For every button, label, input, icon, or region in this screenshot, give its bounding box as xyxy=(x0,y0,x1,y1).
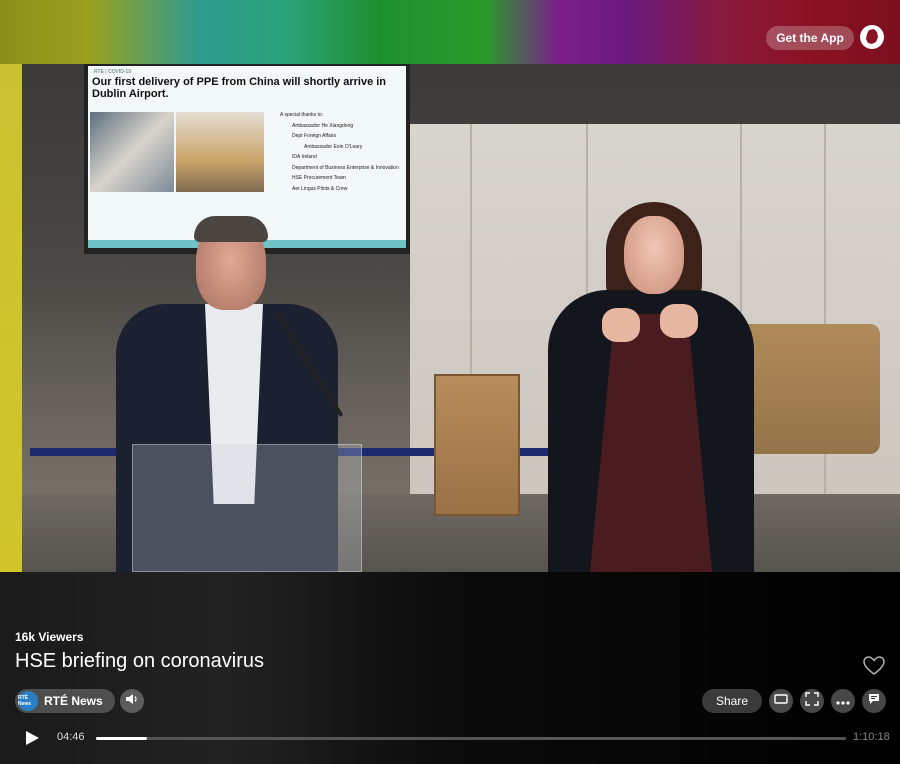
viewer-count: 16k Viewers xyxy=(15,630,84,644)
fullscreen-button[interactable] xyxy=(800,689,824,713)
interpreter-face xyxy=(624,216,684,294)
channel-button[interactable]: RTÉ News RTÉ News xyxy=(15,689,115,713)
slide-header: RTE | COVID-19 xyxy=(94,69,132,75)
heart-icon[interactable] xyxy=(862,654,886,678)
current-time: 04:46 xyxy=(57,731,85,743)
channel-name: RTÉ News xyxy=(44,694,103,708)
more-options-button[interactable] xyxy=(831,689,855,713)
theater-mode-button[interactable] xyxy=(769,689,793,713)
thanks-item: Department of Business Enterprise & Inno… xyxy=(292,164,399,171)
cabinet xyxy=(434,374,520,516)
yellow-banner xyxy=(0,64,22,572)
speaker-hair xyxy=(194,216,268,242)
more-options-icon xyxy=(836,692,850,710)
rte-news-logo-icon: RTÉ News xyxy=(18,691,38,711)
fullscreen-icon xyxy=(805,691,819,711)
slide-photo-cargo xyxy=(176,112,264,192)
thanks-item: Ambassador Eoin O'Leary xyxy=(304,143,363,150)
thanks-item: Ambassador He Xiangdong xyxy=(292,122,354,129)
play-button[interactable] xyxy=(24,730,40,746)
theater-mode-icon xyxy=(774,692,788,710)
progress-bar[interactable] xyxy=(96,737,846,740)
slide-photo-cockpit xyxy=(90,112,174,192)
chat-icon xyxy=(868,692,880,710)
slide-thanks-list: A special thanks to: Ambassador He Xiang… xyxy=(280,110,399,194)
thanks-item: Dept Foreign Affairs xyxy=(292,133,337,139)
ireland-icon[interactable] xyxy=(860,25,884,49)
play-icon xyxy=(24,731,40,750)
video-player[interactable]: RTE | COVID-19 Our first delivery of PPE… xyxy=(0,64,900,572)
slide-title: Our first delivery of PPE from China wil… xyxy=(92,76,387,100)
interpreter-hands xyxy=(600,304,710,354)
top-banner xyxy=(0,0,900,64)
thanks-item: IDA Ireland xyxy=(292,154,317,160)
thanks-item: Aer Lingus Pilots & Crew xyxy=(292,185,348,192)
chat-button[interactable] xyxy=(862,689,886,713)
volume-button[interactable] xyxy=(120,689,144,713)
progress-fill xyxy=(96,737,147,740)
volume-icon xyxy=(125,692,139,711)
stream-title: HSE briefing on coronavirus xyxy=(15,650,265,672)
glass-podium xyxy=(132,444,362,572)
thanks-item: HSE Procurement Team xyxy=(292,175,346,181)
share-button[interactable]: Share xyxy=(702,689,762,713)
total-time: 1:10:18 xyxy=(853,731,890,743)
get-the-app-button[interactable]: Get the App xyxy=(766,26,854,50)
